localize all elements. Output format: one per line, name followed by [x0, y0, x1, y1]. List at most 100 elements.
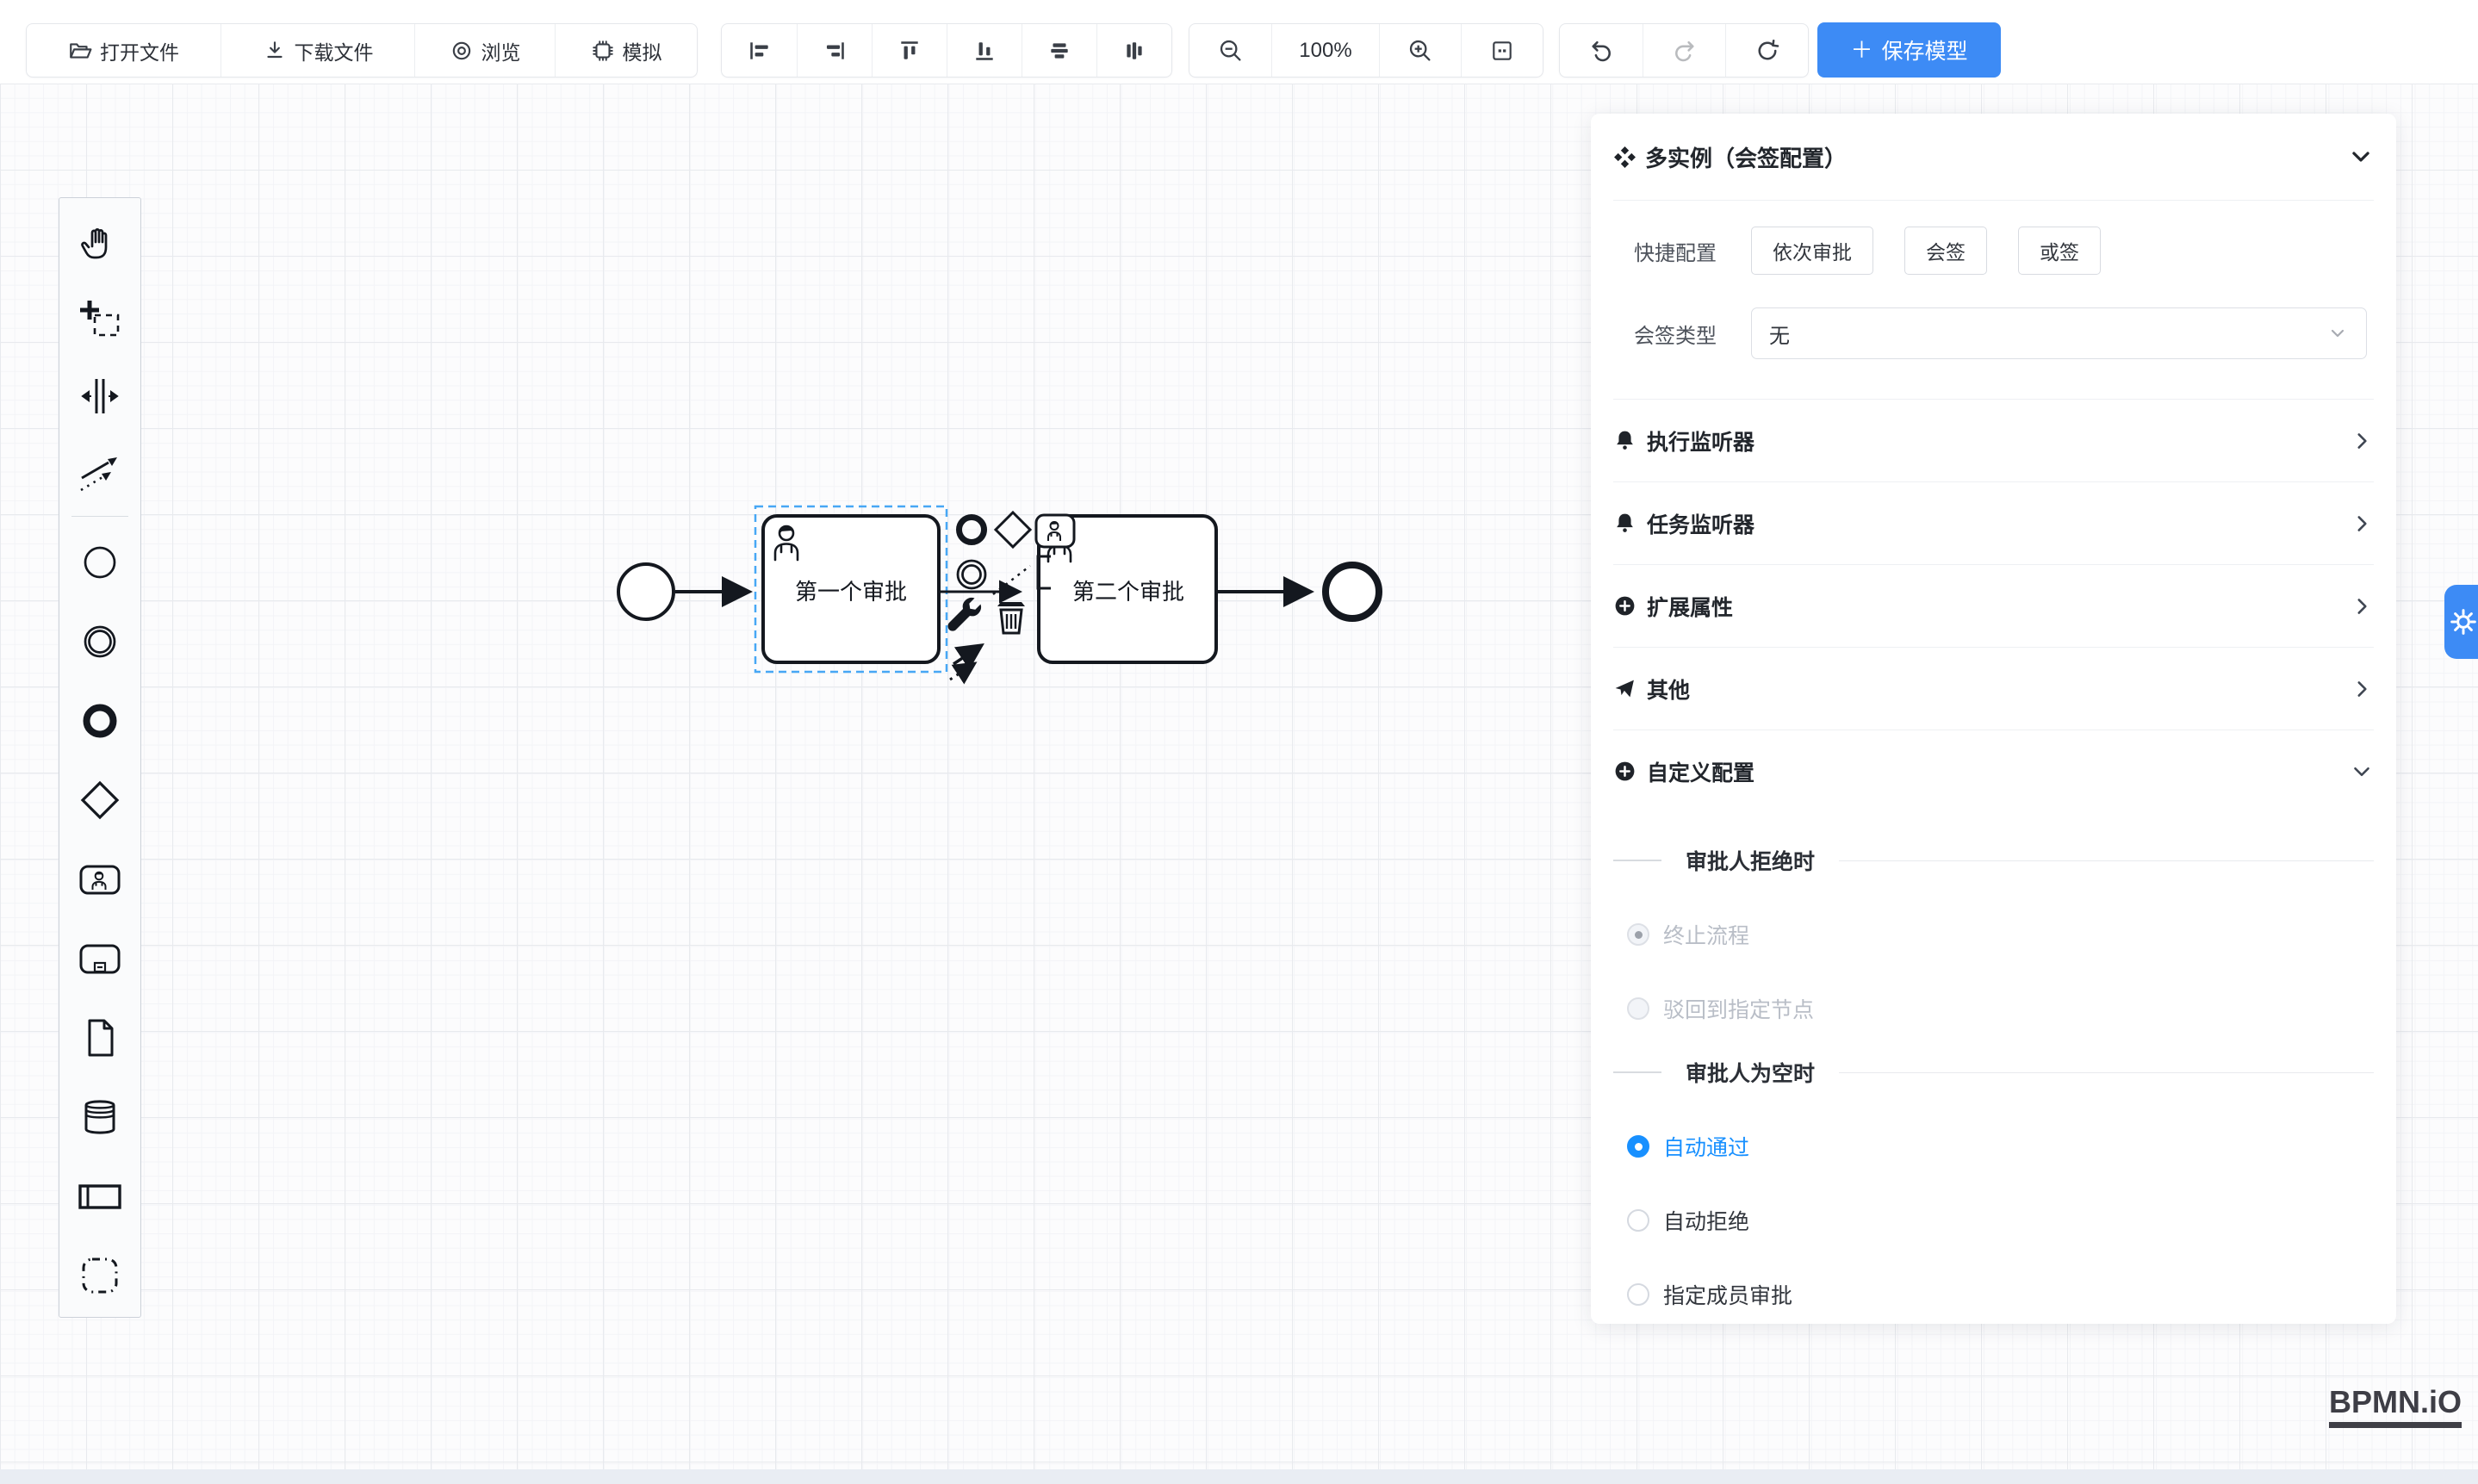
align-left-button[interactable] — [722, 24, 797, 77]
trash-icon[interactable] — [997, 602, 1025, 633]
download-file-button[interactable]: 下载文件 — [220, 24, 414, 77]
align-center-vertical-icon — [1122, 39, 1146, 63]
toolbar: 打开文件 下载文件 浏览 模拟 — [0, 0, 2478, 84]
panel-sections: 执行监听器 任务监听器 扩展属性 其他 自定义配置 — [1613, 399, 2374, 812]
quick-option-orsign[interactable]: 或签 — [2018, 227, 2101, 275]
simulate-button[interactable]: 模拟 — [555, 24, 697, 77]
end-event[interactable] — [1326, 565, 1379, 618]
align-top-button[interactable] — [872, 24, 947, 77]
open-file-button[interactable]: 打开文件 — [27, 24, 220, 77]
end-event-icon — [76, 697, 124, 745]
connect-tool-icon[interactable] — [950, 645, 982, 680]
quick-config-row: 快捷配置 依次审批 会签 或签 — [1613, 227, 2374, 275]
create-intermediate-event[interactable] — [63, 602, 137, 681]
radio-button[interactable] — [1627, 1209, 1649, 1232]
append-user-task-icon[interactable] — [1036, 515, 1074, 547]
fit-viewport-icon — [1490, 39, 1514, 63]
save-model-button[interactable]: ＋ 保存模型 — [1817, 22, 2001, 78]
create-participant[interactable] — [63, 1157, 137, 1236]
participant-icon — [76, 1172, 124, 1220]
send-icon — [1613, 677, 1636, 700]
radio-auto-pass[interactable]: 自动通过 — [1613, 1131, 2374, 1162]
sign-type-label: 会签类型 — [1613, 319, 1717, 349]
user-task-1[interactable]: 第一个审批 — [763, 516, 939, 662]
divider-line — [1839, 1072, 2374, 1073]
redo-button[interactable] — [1643, 24, 1725, 77]
fit-viewport-button[interactable] — [1461, 24, 1543, 77]
radio-label: 指定成员审批 — [1663, 1279, 1792, 1310]
create-data-store[interactable] — [63, 1077, 137, 1157]
section-label: 执行监听器 — [1647, 425, 1754, 456]
align-center-vertical-button[interactable] — [1096, 24, 1171, 77]
wrench-icon[interactable] — [948, 598, 982, 631]
create-group[interactable] — [63, 1236, 137, 1315]
section-label: 任务监听器 — [1647, 508, 1754, 539]
simulate-label: 模拟 — [623, 36, 662, 65]
align-center-horizontal-button[interactable] — [1022, 24, 1096, 77]
undo-button[interactable] — [1560, 24, 1643, 77]
open-file-label: 打开文件 — [100, 36, 179, 65]
download-file-label: 下载文件 — [295, 36, 374, 65]
undo-icon — [1588, 38, 1614, 64]
append-end-event-icon[interactable] — [960, 518, 984, 543]
zoom-out-button[interactable] — [1189, 24, 1271, 77]
section-extension-properties[interactable]: 扩展属性 — [1613, 564, 2374, 647]
radio-button — [1627, 997, 1649, 1020]
zoom-in-button[interactable] — [1379, 24, 1461, 77]
multi-instance-header[interactable]: 多实例（会签配置） — [1613, 114, 2374, 200]
section-custom-config[interactable]: 自定义配置 — [1613, 730, 2374, 812]
preview-label: 浏览 — [481, 36, 521, 65]
radio-auto-reject[interactable]: 自动拒绝 — [1613, 1205, 2374, 1236]
align-left-icon — [748, 39, 772, 63]
radio-label: 驳回到指定节点 — [1663, 993, 1814, 1024]
space-tool[interactable] — [63, 358, 137, 434]
zoom-out-icon — [1218, 38, 1244, 64]
chevron-down-icon — [2326, 322, 2349, 345]
section-other[interactable]: 其他 — [1613, 647, 2374, 730]
sign-type-select[interactable]: 无 — [1751, 307, 2367, 359]
start-event[interactable] — [618, 564, 674, 619]
append-gateway-icon[interactable] — [996, 512, 1030, 547]
gear-icon — [2450, 608, 2477, 636]
align-right-button[interactable] — [797, 24, 872, 77]
connect-icon — [76, 448, 124, 496]
reset-button[interactable] — [1725, 24, 1808, 77]
plus-icon: ＋ — [1850, 39, 1872, 61]
radio-button[interactable] — [1627, 1135, 1649, 1158]
append-intermediate-event-icon[interactable] — [958, 561, 985, 588]
quick-option-sequential[interactable]: 依次审批 — [1751, 227, 1873, 275]
space-tool-icon — [76, 372, 124, 420]
settings-tab[interactable] — [2444, 585, 2478, 659]
create-gateway[interactable] — [63, 761, 137, 840]
download-icon — [263, 39, 287, 63]
create-data-object[interactable] — [63, 998, 137, 1077]
empty-when-title-row: 审批人为空时 — [1613, 1057, 2374, 1088]
preview-button[interactable]: 浏览 — [414, 24, 555, 77]
section-execution-listener[interactable]: 执行监听器 — [1613, 399, 2374, 481]
hand-tool[interactable] — [63, 207, 137, 283]
create-subprocess[interactable] — [63, 919, 137, 998]
sign-type-row: 会签类型 无 — [1613, 307, 2374, 359]
properties-panel: 多实例（会签配置） 快捷配置 依次审批 会签 或签 会签类型 无 执行监听器 任… — [1591, 114, 2396, 1324]
align-bottom-button[interactable] — [947, 24, 1022, 77]
subprocess-icon — [76, 934, 124, 983]
refresh-icon — [1754, 38, 1780, 64]
divider-dash — [1613, 860, 1661, 861]
chevron-right-icon — [2350, 512, 2374, 536]
chevron-right-icon — [2350, 594, 2374, 618]
header-divider — [1613, 200, 2374, 201]
section-task-listener[interactable]: 任务监听器 — [1613, 481, 2374, 564]
bpmn-io-watermark[interactable]: BPMN.iO — [2329, 1384, 2462, 1428]
radio-button[interactable] — [1627, 1283, 1649, 1306]
chevron-right-icon — [2350, 429, 2374, 453]
create-start-event[interactable] — [63, 523, 137, 602]
quick-option-countersign[interactable]: 会签 — [1904, 227, 1987, 275]
connect-tool[interactable] — [63, 434, 137, 510]
multi-instance-icon — [1613, 146, 1636, 169]
lasso-tool[interactable] — [63, 283, 137, 358]
create-end-event[interactable] — [63, 681, 137, 761]
align-right-icon — [823, 39, 847, 63]
data-object-icon — [76, 1014, 124, 1062]
create-user-task[interactable] — [63, 840, 137, 919]
radio-assign-member[interactable]: 指定成员审批 — [1613, 1279, 2374, 1310]
